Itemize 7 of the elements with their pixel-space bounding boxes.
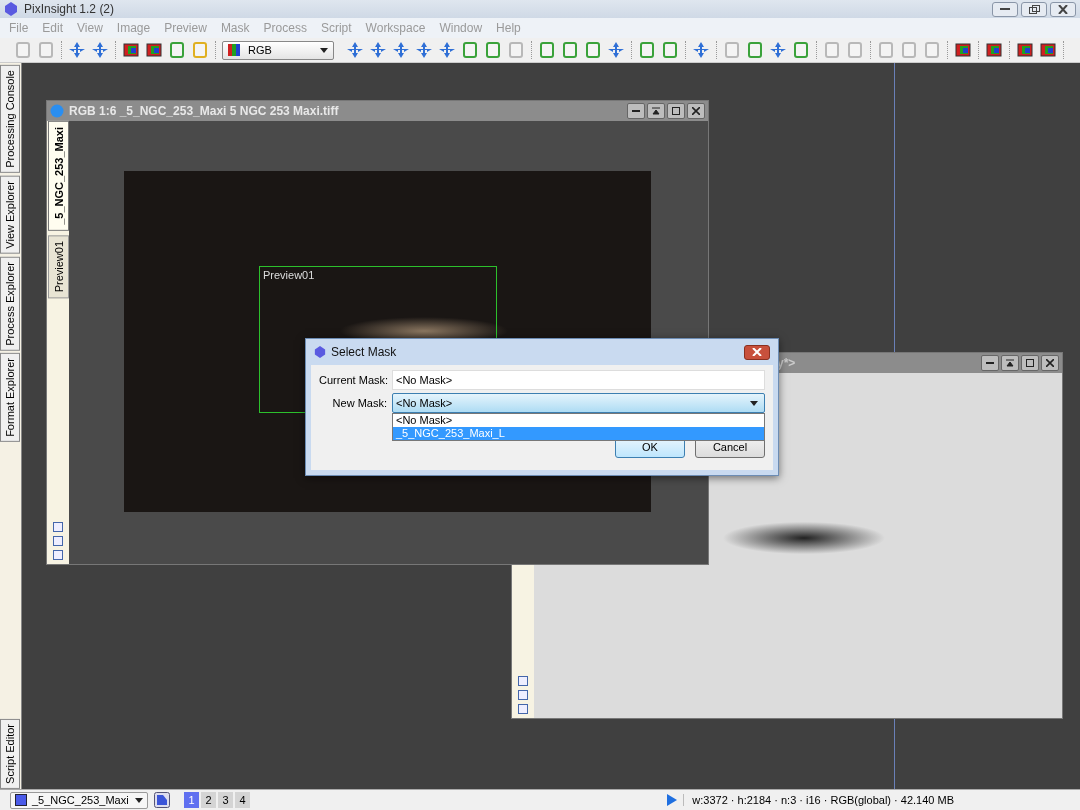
window-title: PixInsight 1.2 (2) <box>24 2 115 16</box>
image-info: w:3372 · h:2184 · n:3 · i16 · RGB(global) · 42.140 MB <box>683 794 954 806</box>
preview-label: Preview01 <box>263 269 315 281</box>
image-window-title: RGB 1:6 _5_NGC_253_Maxi 5 NGC 253 Maxi.tiff <box>69 104 339 118</box>
field-label: Current Mask: <box>319 373 387 386</box>
dialog-title: Select Mask <box>331 345 397 359</box>
field-label: New Mask: <box>331 396 387 409</box>
